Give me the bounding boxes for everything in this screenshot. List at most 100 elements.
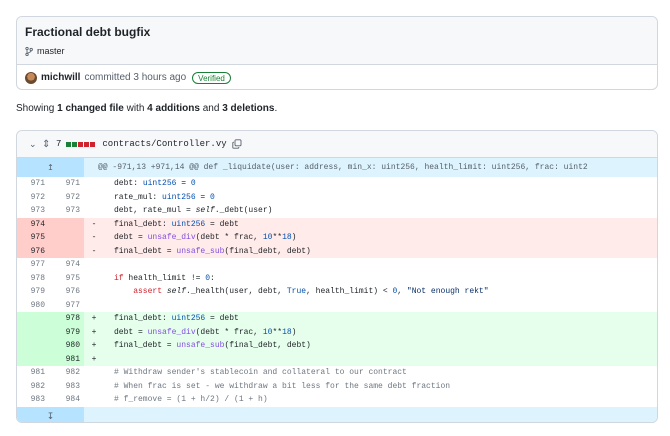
new-line-number[interactable]: 980 bbox=[49, 339, 84, 353]
old-line-number[interactable]: 971 bbox=[17, 177, 49, 191]
old-line-number[interactable] bbox=[17, 339, 49, 353]
new-line-number[interactable]: 974 bbox=[49, 258, 84, 272]
old-line-number[interactable] bbox=[17, 325, 49, 339]
code-token: : bbox=[210, 273, 215, 283]
code-token: unsafe_div bbox=[147, 233, 196, 242]
diff-sign bbox=[84, 258, 100, 272]
new-line-number[interactable]: 984 bbox=[49, 393, 84, 407]
code-token: 10 bbox=[262, 233, 273, 242]
new-line-number[interactable]: 973 bbox=[49, 204, 84, 218]
old-line-number[interactable]: 978 bbox=[17, 272, 49, 286]
commit-title: Fractional debt bugfix bbox=[25, 25, 151, 39]
code-token: uint256 bbox=[142, 179, 177, 188]
old-line-number[interactable]: 974 bbox=[17, 217, 49, 231]
old-line-number[interactable]: 975 bbox=[17, 231, 49, 245]
code-token: rate_mul: bbox=[114, 192, 163, 202]
diffstat-block bbox=[78, 141, 84, 147]
code-text: assert self._health(user, debt, True, he… bbox=[100, 285, 657, 299]
summary-mid1: with bbox=[123, 103, 148, 114]
summary-suffix: . bbox=[274, 103, 278, 114]
diff-sign bbox=[84, 299, 100, 313]
code-token: # f_remove = (1 + h/2) / (1 + h) bbox=[114, 395, 268, 404]
context-line: 973 973 debt, rate_mul = self._debt(user) bbox=[17, 204, 657, 218]
code-token: final_debt = bbox=[114, 341, 177, 350]
code-text: final_debt: uint256 = debt bbox=[100, 312, 657, 326]
code-text: final_debt = unsafe_sub(final_debt, debt… bbox=[100, 339, 657, 353]
diff-sign: + bbox=[91, 314, 97, 323]
new-line-number[interactable]: 972 bbox=[49, 191, 84, 205]
file-path[interactable]: contracts/Controller.vy bbox=[102, 139, 226, 149]
old-line-number[interactable] bbox=[17, 312, 49, 326]
code-text: debt = unsafe_div(debt * frac, 10**18) bbox=[100, 326, 657, 340]
old-line-number[interactable]: 983 bbox=[17, 393, 49, 407]
new-line-number[interactable]: 978 bbox=[49, 312, 84, 326]
hunk-header: @@ -971,13 +971,14 @@ def _liquidate(use… bbox=[98, 163, 588, 172]
summary-files[interactable]: 1 changed file bbox=[57, 103, 124, 114]
author-link[interactable]: michwill bbox=[41, 72, 80, 83]
code-token: # When frac is set - we withdraw a bit l… bbox=[114, 381, 451, 391]
code-token: True bbox=[286, 287, 307, 296]
diff-sign bbox=[84, 393, 100, 407]
new-line-number[interactable]: 975 bbox=[49, 272, 84, 286]
commit-meta: michwill committed 3 hours ago Verified bbox=[17, 65, 657, 89]
new-line-number[interactable] bbox=[49, 231, 84, 245]
old-line-number[interactable]: 976 bbox=[17, 244, 49, 258]
diff-sign bbox=[84, 272, 100, 286]
old-line-number[interactable]: 972 bbox=[17, 191, 49, 205]
old-line-number[interactable]: 973 bbox=[17, 204, 49, 218]
deleted-line: 974- final_debt: uint256 = debt bbox=[17, 217, 657, 232]
code-token: ** bbox=[272, 327, 283, 337]
added-line: 981 + bbox=[17, 352, 657, 366]
new-line-number[interactable] bbox=[49, 244, 84, 258]
expand-up-icon[interactable]: ↥ bbox=[17, 158, 84, 177]
new-line-number[interactable]: 976 bbox=[49, 285, 84, 299]
diff-sign bbox=[84, 366, 100, 380]
code-token: ) bbox=[291, 327, 297, 337]
branch-row[interactable]: master bbox=[25, 46, 649, 56]
new-line-number[interactable]: 983 bbox=[49, 380, 84, 394]
diffstat-block bbox=[72, 141, 78, 147]
commit-box: Fractional debt bugfix master michwill c… bbox=[16, 16, 658, 90]
old-line-number[interactable]: 977 bbox=[17, 258, 49, 272]
new-line-number[interactable]: 971 bbox=[49, 177, 84, 191]
diff-sign: + bbox=[91, 327, 97, 337]
old-line-number[interactable]: 980 bbox=[17, 299, 49, 313]
expand-all-icon[interactable]: ⇕ bbox=[42, 139, 51, 150]
hunk-footer-row: ↧ bbox=[17, 406, 657, 422]
old-line-number[interactable]: 982 bbox=[17, 380, 49, 394]
code-token: 0 bbox=[210, 192, 215, 202]
code-token: 10 bbox=[262, 327, 273, 337]
new-line-number[interactable] bbox=[49, 217, 84, 231]
code-text: debt = unsafe_div(debt * frac, 10**18) bbox=[100, 231, 657, 245]
branch-name[interactable]: master bbox=[37, 46, 65, 56]
code-token: final_debt: bbox=[114, 219, 172, 229]
new-line-number[interactable]: 979 bbox=[49, 325, 84, 339]
diff-sign: + bbox=[91, 354, 97, 364]
context-line: 983 984 # f_remove = (1 + h/2) / (1 + h) bbox=[17, 393, 657, 407]
avatar[interactable] bbox=[25, 71, 37, 84]
code-text: final_debt: uint256 = debt bbox=[100, 218, 657, 232]
code-token: uint256 bbox=[171, 219, 206, 229]
code-token: unsafe_sub bbox=[176, 246, 225, 256]
old-line-number[interactable] bbox=[17, 352, 49, 366]
old-line-number[interactable]: 979 bbox=[17, 285, 49, 299]
code-token: unsafe_sub bbox=[176, 341, 225, 350]
expand-down-icon[interactable]: ↧ bbox=[17, 406, 84, 422]
new-line-number[interactable]: 977 bbox=[49, 299, 84, 313]
new-line-number[interactable]: 982 bbox=[49, 366, 84, 380]
code-token: (debt * frac, bbox=[195, 327, 263, 337]
code-token: self bbox=[166, 287, 187, 296]
code-token: = debt bbox=[205, 219, 239, 229]
context-line: 977 974 bbox=[17, 258, 657, 272]
verified-badge[interactable]: Verified bbox=[192, 71, 231, 84]
old-line-number[interactable]: 981 bbox=[17, 366, 49, 380]
copy-icon[interactable] bbox=[231, 139, 242, 149]
new-line-number[interactable]: 981 bbox=[49, 352, 84, 366]
change-count: 7 bbox=[56, 139, 62, 149]
chevron-down-icon[interactable]: ⌄ bbox=[29, 139, 37, 150]
code-token: debt: bbox=[114, 179, 143, 188]
code-text: debt, rate_mul = self._debt(user) bbox=[100, 204, 657, 218]
